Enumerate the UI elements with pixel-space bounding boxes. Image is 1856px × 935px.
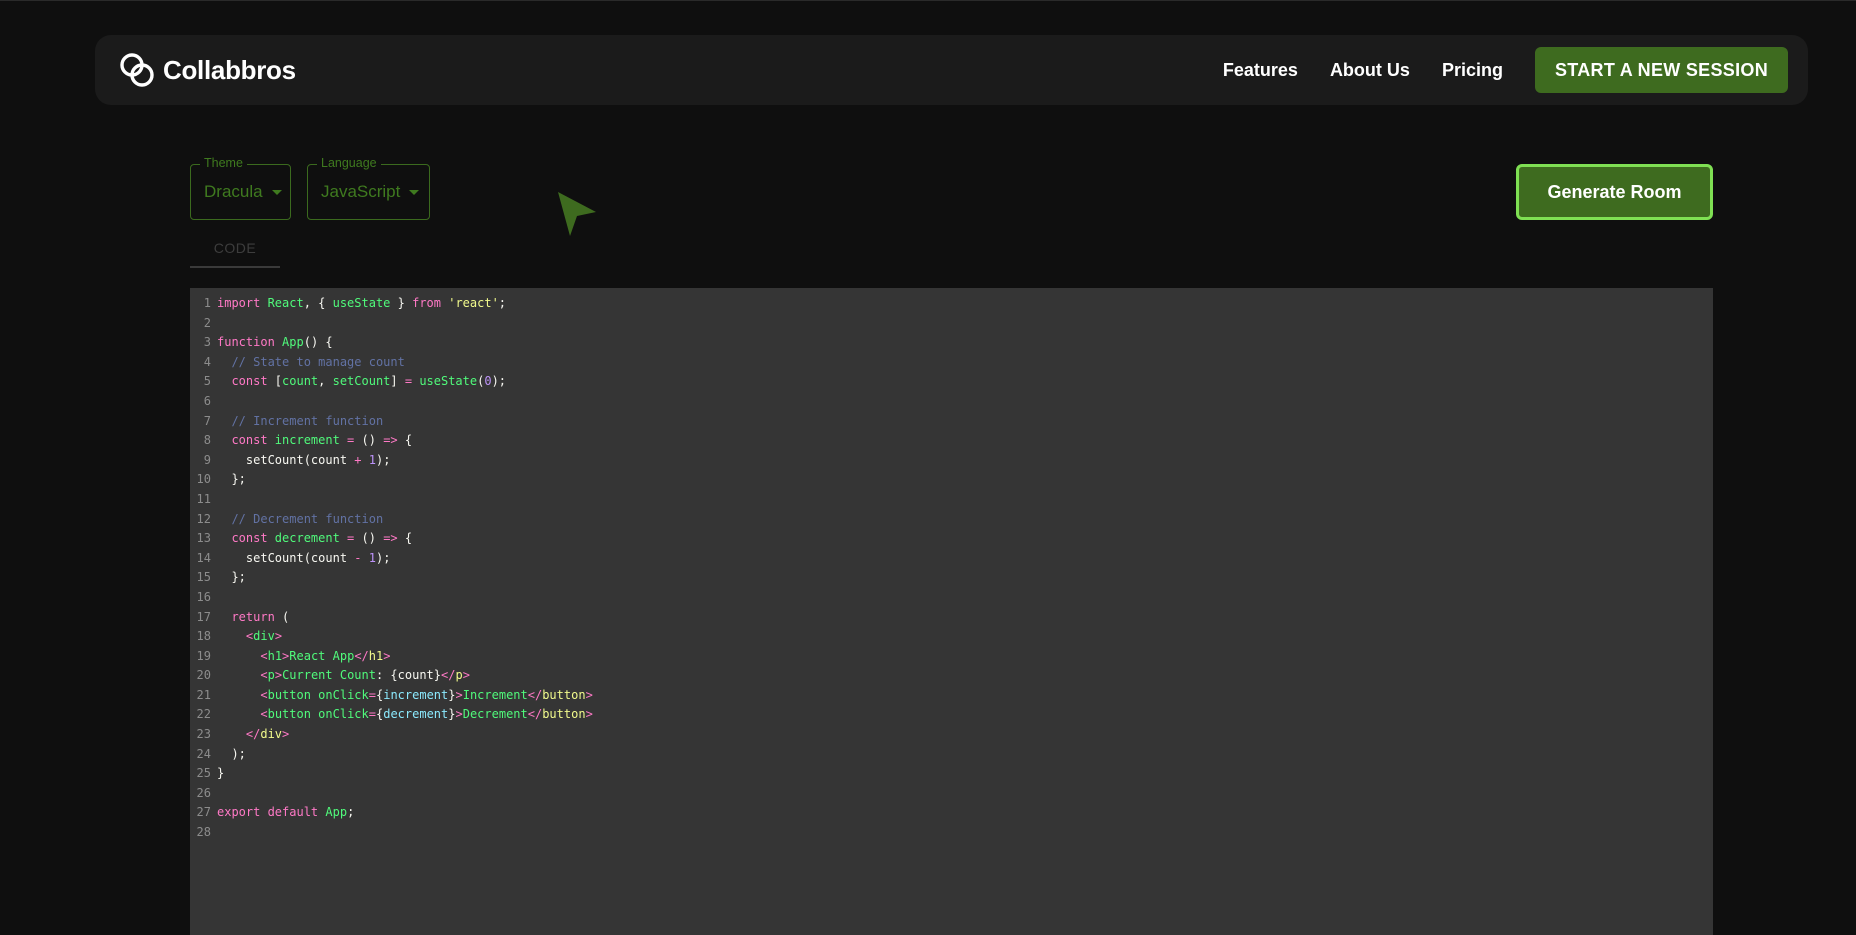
line-number: 17 [196,609,211,624]
language-value: JavaScript [321,182,401,201]
code-text: import React, { useState } from 'react'; [217,296,507,310]
line-number: 10 [196,472,211,487]
line-number: 7 [203,413,211,428]
code-text: // State to manage count [217,354,405,369]
code-line: 3 function App() { [190,333,1713,353]
code-text: function App() { [217,335,333,350]
line-number: 27 [196,805,211,820]
line-number: 6 [203,393,211,408]
code-line: 5 const [count, setCount] = useState(0); [190,372,1713,392]
code-line: 1 import React, { useState } from 'react'… [190,294,1713,314]
line-number: 5 [203,374,211,389]
code-line: 28 [190,823,1713,843]
generate-room-button[interactable]: Generate Room [1516,164,1713,220]
line-number: 26 [196,785,211,800]
code-line: 12 // Decrement function [190,510,1713,530]
code-text: <button onClick={increment}>Increment</b… [260,687,593,702]
code-text: </div> [245,727,290,742]
code-text: const decrement = () => { [217,531,413,546]
code-line: 27 export default App; [190,803,1713,823]
code-line: 16 [190,588,1713,608]
code-line: 18 <div> [190,627,1713,647]
code-text: setCount(count + 1); [217,452,391,467]
line-number: 15 [196,570,211,585]
code-text: setCount(count - 1); [217,550,391,565]
code-line: 15 }; [190,568,1713,588]
line-number: 2 [203,315,211,330]
nav-link-about-us[interactable]: About Us [1330,60,1410,81]
chevron-down-icon [409,189,420,195]
code-line: 13 const decrement = () => { [190,529,1713,549]
line-number: 28 [196,825,211,840]
code-line: 26 [190,784,1713,804]
line-number: 22 [196,707,211,722]
code-line: 14 setCount(count - 1); [190,549,1713,569]
code-text: return ( [217,609,290,624]
code-text: <button onClick={decrement}>Decrement</b… [260,707,593,722]
line-number: 25 [196,766,211,781]
code-text: }; [217,570,246,585]
code-line: 21 <button onClick={increment}>Increment… [190,686,1713,706]
code-line: 10 }; [190,470,1713,490]
code-text: // Increment function [217,413,384,428]
code-line: 9 setCount(count + 1); [190,451,1713,471]
code-line: 8 const increment = () => { [190,431,1713,451]
code-line: 24 ); [190,745,1713,765]
line-number: 11 [196,491,211,506]
line-number: 24 [196,746,211,761]
nav-link-features[interactable]: Features [1223,60,1298,81]
code-text: <p>Current Count: {count}</p> [260,668,470,683]
line-number: 20 [196,668,211,683]
theme-select[interactable]: Theme Dracula [190,156,291,220]
line-number: 21 [196,687,211,702]
line-number: 14 [196,550,211,565]
theme-label: Theme [200,156,247,170]
code-text: <h1>React App</h1> [260,648,391,663]
code-text: export default App; [217,805,355,820]
code-line: 19 <h1>React App</h1> [190,647,1713,667]
code-editor[interactable]: 1 import React, { useState } from 'react'… [190,288,1713,935]
code-line: 25} [190,764,1713,784]
code-text: // Decrement function [217,511,384,526]
chevron-down-icon [271,189,282,195]
code-line: 11 [190,490,1713,510]
code-line: 2 [190,314,1713,334]
language-select[interactable]: Language JavaScript [307,156,430,220]
line-number: 16 [196,589,211,604]
code-text: const [count, setCount] = useState(0); [217,374,507,389]
line-number: 13 [196,531,211,546]
code-line: 6 [190,392,1713,412]
navbar: Collabbros Features About Us Pricing STA… [95,35,1808,105]
code-text: }; [217,472,246,487]
link-rings-icon [120,53,154,87]
line-number: 1 [203,296,211,310]
code-line: 20 <p>Current Count: {count}</p> [190,666,1713,686]
line-number: 9 [203,452,211,467]
code-text: const increment = () => { [217,433,413,448]
code-line: 23 </div> [190,725,1713,745]
line-number: 8 [203,433,211,448]
start-session-button[interactable]: START A NEW SESSION [1534,47,1788,93]
code-text: } [217,766,225,781]
brand-logo[interactable]: Collabbros [117,50,296,90]
line-number: 18 [196,629,211,644]
code-text: ); [217,746,246,761]
language-label: Language [317,156,381,170]
line-number: 12 [196,511,211,526]
theme-value: Dracula [204,182,263,201]
nav-link-pricing[interactable]: Pricing [1442,60,1503,81]
line-number: 4 [203,354,211,369]
line-number: 3 [203,335,211,350]
brand-name: Collabbros [163,54,296,85]
tab-code[interactable]: CODE [190,230,280,268]
line-number: 19 [196,648,211,663]
line-number: 23 [196,727,211,742]
code-line: 17 return ( [190,608,1713,628]
code-line: 7 // Increment function [190,412,1713,432]
nav-links: Features About Us Pricing START A NEW SE… [1223,47,1788,93]
code-text: <div> [245,629,283,644]
cursor-arrow-icon [558,192,596,236]
code-line: 4 // State to manage count [190,353,1713,373]
code-line: 22 <button onClick={decrement}>Decrement… [190,705,1713,725]
